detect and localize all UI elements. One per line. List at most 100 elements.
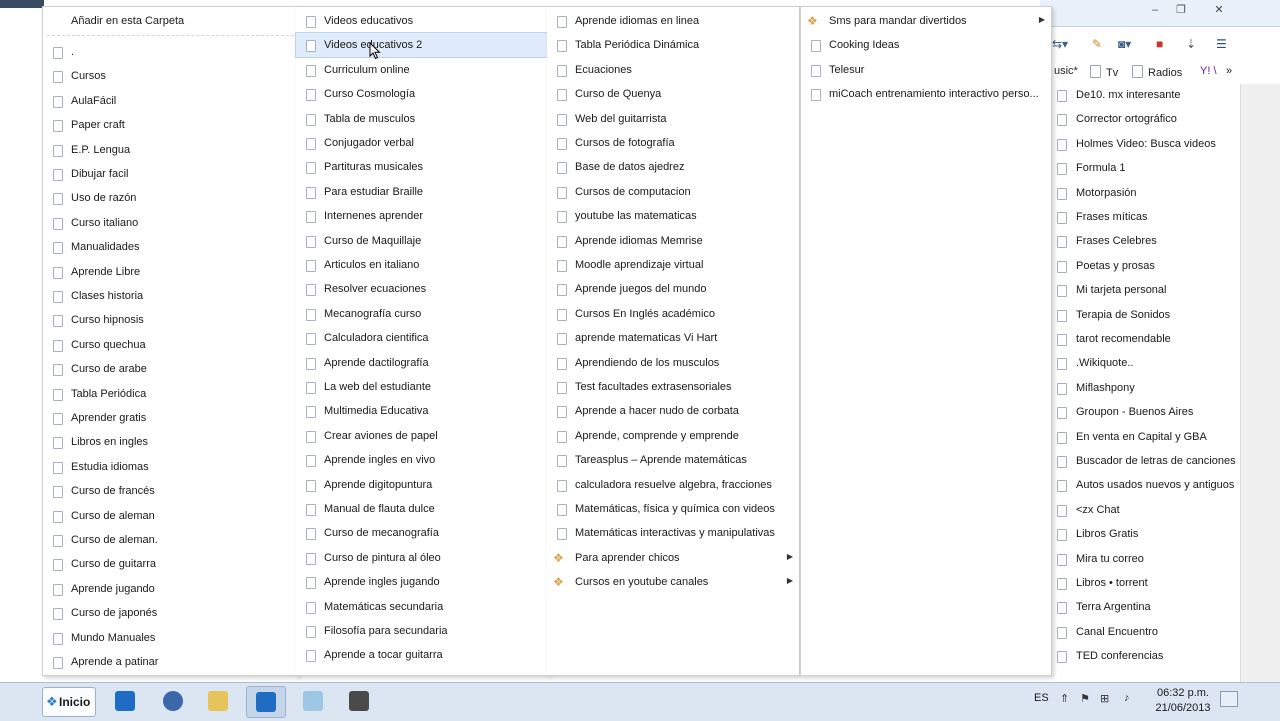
- menu-item[interactable]: Curso de Quenya: [547, 82, 799, 106]
- menu-icon[interactable]: ☰: [1216, 37, 1227, 51]
- bookmark-list-item[interactable]: tarot recomendable: [1052, 328, 1242, 352]
- menu-item[interactable]: Crear aviones de papel: [296, 424, 548, 448]
- menu-item[interactable]: Matemáticas interactivas y manipulativas: [547, 521, 799, 545]
- menu-item[interactable]: La web del estudiante: [296, 375, 548, 399]
- taskbar-app-maxthon[interactable]: [106, 686, 144, 716]
- maximize-button[interactable]: ❐: [1170, 3, 1192, 17]
- bookmark-list-item[interactable]: Canal Encuentro: [1052, 621, 1242, 645]
- add-here-item[interactable]: Añadir en esta Carpeta: [43, 9, 298, 33]
- menu-item[interactable]: AulaFácil: [43, 89, 298, 113]
- menu-item[interactable]: Curso hipnosis: [43, 308, 298, 332]
- menu-item[interactable]: Curso de guitarra: [43, 552, 298, 576]
- dropdown-icon[interactable]: ⇣: [1186, 37, 1196, 51]
- menu-item[interactable]: Dibujar facil: [43, 162, 298, 186]
- bookmark-list-item[interactable]: Mira tu correo: [1052, 548, 1242, 572]
- bookmark-list-item[interactable]: Terapia de Sonidos: [1052, 304, 1242, 328]
- menu-item[interactable]: Conjugador verbal: [296, 131, 548, 155]
- menu-item[interactable]: Cursos: [43, 64, 298, 88]
- tray-up-arrow-icon[interactable]: ⇑: [1060, 692, 1069, 705]
- menu-item[interactable]: Libros en ingles: [43, 430, 298, 454]
- menu-item[interactable]: calculadora resuelve algebra, fracciones: [547, 473, 799, 497]
- bookmark-list-item[interactable]: Frases míticas: [1052, 206, 1242, 230]
- camera-icon[interactable]: ◙▾: [1118, 37, 1131, 51]
- menu-item[interactable]: miCoach entrenamiento interactivo perso.…: [801, 82, 1051, 106]
- taskbar-app-tool[interactable]: [340, 686, 378, 716]
- taskbar-app-notes[interactable]: [294, 686, 332, 716]
- bookmark-tv[interactable]: Tv: [1090, 65, 1118, 79]
- menu-item[interactable]: Aprende jugando: [43, 577, 298, 601]
- bookmark-list-item[interactable]: Autos usados nuevos y antiguos: [1052, 474, 1242, 498]
- bookmark-list-item[interactable]: Miflashpony: [1052, 377, 1242, 401]
- taskbar-app-maxthon-active[interactable]: [246, 686, 286, 718]
- menu-item[interactable]: Aprende ingles en vivo: [296, 448, 548, 472]
- menu-item[interactable]: ❖ Cursos en youtube canales ▶: [547, 570, 799, 594]
- show-desktop-button[interactable]: [1220, 691, 1238, 707]
- menu-item[interactable]: Resolver ecuaciones: [296, 277, 548, 301]
- menu-item[interactable]: Curso de arabe: [43, 357, 298, 381]
- menu-item[interactable]: Filosofía para secundaria: [296, 619, 548, 643]
- menu-item[interactable]: Curso de mecanografía: [296, 521, 548, 545]
- bookmark-list-item[interactable]: Holmes Video: Busca videos: [1052, 133, 1242, 157]
- close-button[interactable]: ✕: [1208, 3, 1230, 17]
- menu-item[interactable]: Cooking Ideas: [801, 33, 1051, 57]
- menu-item[interactable]: youtube las matematicas: [547, 204, 799, 228]
- menu-item[interactable]: Estudia idiomas: [43, 455, 298, 479]
- tray-volume-icon[interactable]: ♪: [1124, 692, 1130, 704]
- menu-item[interactable]: Curso de francés: [43, 479, 298, 503]
- menu-item[interactable]: Partituras musicales: [296, 155, 548, 179]
- menu-item[interactable]: Curso de aleman.: [43, 528, 298, 552]
- menu-item[interactable]: Curso de Maquillaje: [296, 229, 548, 253]
- menu-item[interactable]: Multimedia Educativa: [296, 399, 548, 423]
- bookmark-yahoo[interactable]: Y! \: [1200, 65, 1217, 77]
- bookmark-list-item[interactable]: Terra Argentina: [1052, 596, 1242, 620]
- menu-item[interactable]: Calculadora cientifica: [296, 326, 548, 350]
- bookmark-list-item[interactable]: Formula 1: [1052, 157, 1242, 181]
- bookmark-music[interactable]: usic*: [1054, 65, 1078, 77]
- menu-item[interactable]: Videos educativos: [296, 9, 548, 33]
- menu-item[interactable]: Paper craft: [43, 113, 298, 137]
- menu-item[interactable]: Aprender gratis: [43, 406, 298, 430]
- bookmark-list-item[interactable]: Libros Gratis: [1052, 523, 1242, 547]
- menu-item[interactable]: Curriculum online: [296, 58, 548, 82]
- menu-item[interactable]: Telesur: [801, 58, 1051, 82]
- bookmark-list-item[interactable]: <zx Chat: [1052, 499, 1242, 523]
- language-indicator[interactable]: ES: [1034, 692, 1049, 704]
- menu-item[interactable]: Ecuaciones: [547, 58, 799, 82]
- menu-item[interactable]: Tabla Periódica: [43, 382, 298, 406]
- tray-flag-icon[interactable]: ⚑: [1080, 692, 1090, 705]
- menu-item[interactable]: Mundo Manuales: [43, 626, 298, 650]
- brush-icon[interactable]: ✎: [1092, 37, 1102, 51]
- taskbar-app-browser[interactable]: [154, 686, 192, 716]
- menu-item[interactable]: Aprende ingles jugando: [296, 570, 548, 594]
- menu-item[interactable]: Videos educativos 2: [295, 32, 549, 59]
- tray-network-icon[interactable]: ⊞: [1100, 692, 1109, 705]
- menu-item[interactable]: Moodle aprendizaje virtual: [547, 253, 799, 277]
- menu-item[interactable]: Matemáticas secundaria: [296, 595, 548, 619]
- menu-item[interactable]: Clases historia: [43, 284, 298, 308]
- menu-item[interactable]: Web del guitarrista: [547, 107, 799, 131]
- clock[interactable]: 06:32 p.m. 21/06/2013: [1152, 686, 1214, 716]
- menu-item[interactable]: Uso de razón: [43, 186, 298, 210]
- bookmark-list-item[interactable]: Buscador de letras de canciones: [1052, 450, 1242, 474]
- menu-item[interactable]: Aprende idiomas Memrise: [547, 229, 799, 253]
- bookmark-list-item[interactable]: Frases Celebres: [1052, 230, 1242, 254]
- scrollbar[interactable]: [1240, 84, 1280, 682]
- menu-item[interactable]: Cursos de computacion: [547, 180, 799, 204]
- menu-item[interactable]: Curso de aleman: [43, 504, 298, 528]
- menu-item[interactable]: aprende matematicas Vi Hart: [547, 326, 799, 350]
- menu-item[interactable]: Curso italiano: [43, 211, 298, 235]
- menu-item[interactable]: .: [43, 40, 298, 64]
- bookmark-list-item[interactable]: Poetas y prosas: [1052, 255, 1242, 279]
- menu-item[interactable]: Aprende, comprende y emprende: [547, 424, 799, 448]
- menu-item[interactable]: Manualidades: [43, 235, 298, 259]
- bookmark-list-item[interactable]: Libros • torrent: [1052, 572, 1242, 596]
- menu-item[interactable]: Base de datos ajedrez: [547, 155, 799, 179]
- taskbar-app-explorer[interactable]: [199, 686, 237, 716]
- bookmark-radios[interactable]: Radios: [1132, 65, 1182, 79]
- bookmark-list-item[interactable]: Groupon - Buenos Aires: [1052, 401, 1242, 425]
- menu-item[interactable]: Aprende a tocar guitarra: [296, 643, 548, 667]
- bookmark-list-item[interactable]: TED conferencias: [1052, 645, 1242, 669]
- menu-item[interactable]: Test facultades extrasensoriales: [547, 375, 799, 399]
- bookmark-list-item[interactable]: .Wikiquote..: [1052, 352, 1242, 376]
- bookmark-list-item[interactable]: En venta en Capital y GBA: [1052, 426, 1242, 450]
